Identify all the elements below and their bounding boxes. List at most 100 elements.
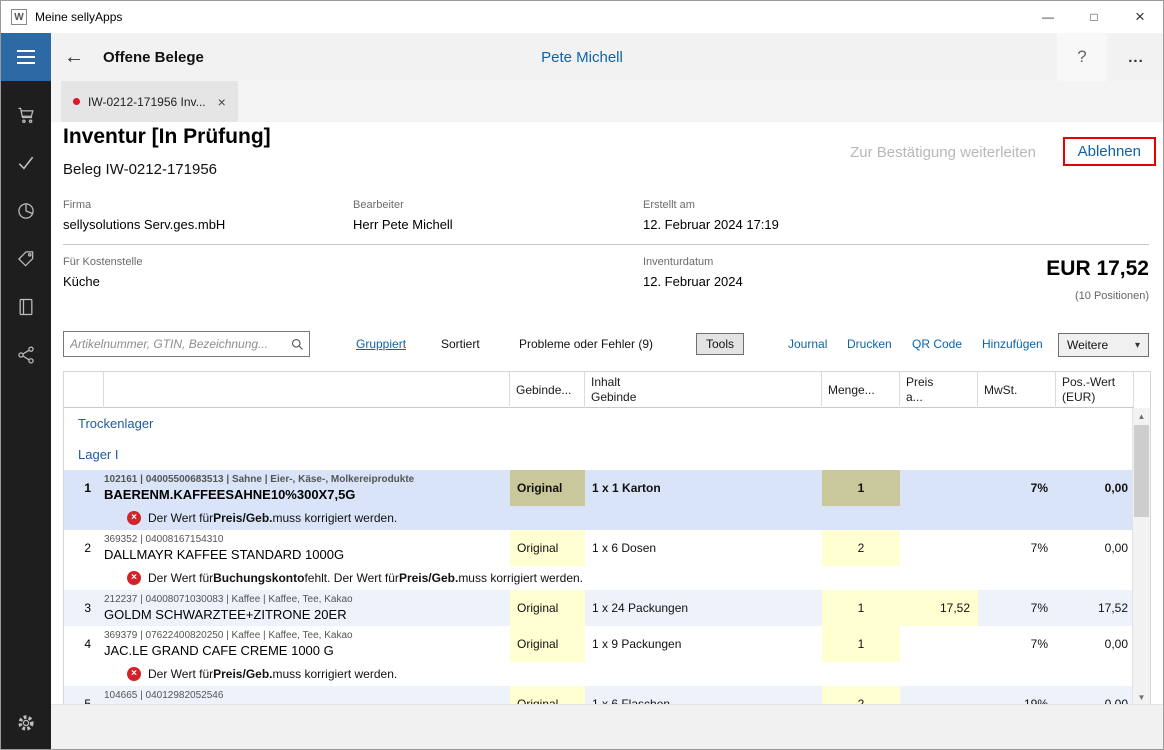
- row-number: 2: [64, 530, 104, 566]
- sidebar-item-documents[interactable]: [1, 283, 51, 331]
- reject-button[interactable]: Ablehnen: [1063, 137, 1156, 166]
- forward-for-confirmation-button[interactable]: Zur Bestätigung weiterleiten: [850, 144, 1036, 161]
- column-header-inhalt[interactable]: Inhalt Gebinde: [585, 372, 822, 408]
- field-value: sellysolutions Serv.ges.mbH: [63, 217, 353, 232]
- unsaved-indicator-dot: [73, 98, 80, 105]
- poswert-cell: 0,00: [1056, 470, 1134, 506]
- hamburger-menu-button[interactable]: [1, 33, 51, 81]
- table-row[interactable]: 3 212237 | 04008071030083 | Kaffee | Kaf…: [64, 590, 1150, 626]
- page-title: Offene Belege: [103, 49, 204, 66]
- pie-chart-icon: [16, 201, 36, 221]
- group-header-lager-1[interactable]: Lager I: [64, 439, 1150, 470]
- menge-cell[interactable]: 1: [822, 470, 900, 506]
- sidebar-item-tasks[interactable]: [1, 139, 51, 187]
- gebinde-cell[interactable]: Original: [510, 530, 585, 566]
- more-actions-dropdown[interactable]: Weitere ▾: [1058, 333, 1149, 357]
- field-kostenstelle: Für Kostenstelle Küche: [63, 256, 643, 289]
- column-header-mwst[interactable]: MwSt.: [978, 372, 1056, 408]
- preis-cell[interactable]: 17,52: [900, 590, 978, 626]
- status-bar: [51, 704, 1163, 749]
- sidebar-item-settings[interactable]: [1, 703, 51, 743]
- field-label: Bearbeiter: [353, 199, 643, 211]
- table-row[interactable]: 4 369379 | 07622400820250 | Kaffee | Kaf…: [64, 626, 1150, 686]
- mwst-cell: 7%: [978, 626, 1056, 662]
- gebinde-cell[interactable]: Original: [510, 626, 585, 662]
- maximize-button[interactable]: □: [1071, 1, 1117, 33]
- close-button[interactable]: ×: [1117, 1, 1163, 33]
- document-title: Inventur [In Prüfung]: [63, 125, 271, 149]
- tools-button[interactable]: Tools: [696, 333, 744, 355]
- cart-icon: [16, 105, 36, 125]
- grouped-toggle[interactable]: Gruppiert: [356, 337, 406, 351]
- inhalt-cell: 1 x 24 Packungen: [585, 590, 822, 626]
- preis-cell[interactable]: [900, 686, 978, 706]
- checkmark-icon: [16, 153, 36, 173]
- preis-cell[interactable]: [900, 470, 978, 506]
- sidebar-item-reports[interactable]: [1, 187, 51, 235]
- gebinde-cell[interactable]: Original: [510, 686, 585, 706]
- sorted-toggle[interactable]: Sortiert: [441, 337, 480, 351]
- back-button[interactable]: ←: [51, 33, 97, 81]
- article-cell: 212237 | 04008071030083 | Kaffee | Kaffe…: [104, 590, 510, 626]
- problems-filter[interactable]: Probleme oder Fehler (9): [519, 337, 653, 351]
- hamburger-icon: [16, 49, 36, 65]
- sidebar-item-shop[interactable]: [1, 91, 51, 139]
- column-header-poswert[interactable]: Pos.-Wert (EUR): [1056, 372, 1134, 408]
- scroll-down-arrow[interactable]: ▼: [1133, 689, 1150, 705]
- vertical-scrollbar[interactable]: ▲ ▼: [1132, 408, 1150, 705]
- article-meta: 212237 | 04008071030083 | Kaffee | Kaffe…: [104, 594, 353, 605]
- tab-inventur[interactable]: IW-0212-171956 Inv... ×: [61, 81, 238, 122]
- journal-link[interactable]: Journal: [788, 337, 827, 351]
- column-header-article: [104, 372, 510, 408]
- gebinde-cell[interactable]: Original: [510, 470, 585, 506]
- sidebar-item-share[interactable]: [1, 331, 51, 379]
- field-value: 12. Februar 2024 17:19: [643, 217, 1149, 232]
- window-controls: — □ ×: [1025, 1, 1163, 33]
- tab-close-icon[interactable]: ×: [218, 94, 226, 110]
- table-row[interactable]: 2 369352 | 04008167154310 DALLMAYR KAFFE…: [64, 530, 1150, 590]
- menge-cell[interactable]: 2: [822, 686, 900, 706]
- sidebar-item-offers[interactable]: [1, 235, 51, 283]
- poswert-cell: 17,52: [1056, 590, 1134, 626]
- print-link[interactable]: Drucken: [847, 337, 892, 351]
- article-meta: 104665 | 04012982052546: [104, 690, 223, 701]
- list-toolbar: Gruppiert Sortiert Probleme oder Fehler …: [63, 331, 1149, 359]
- error-icon: ×: [127, 667, 141, 681]
- table-row[interactable]: 5 104665 | 04012982052546 WA.FENSHELTERN…: [64, 686, 1150, 706]
- app-icon: W: [11, 9, 27, 25]
- row-number: 5: [64, 686, 104, 706]
- user-name[interactable]: Pete Michell: [541, 49, 623, 66]
- more-options-button[interactable]: ...: [1109, 33, 1163, 81]
- search-box[interactable]: [63, 331, 310, 357]
- search-input[interactable]: [70, 337, 290, 351]
- inhalt-cell: 1 x 9 Packungen: [585, 626, 822, 662]
- column-header-gebinde[interactable]: Gebinde...: [510, 372, 585, 408]
- mwst-cell: 19%: [978, 686, 1056, 706]
- scroll-up-arrow[interactable]: ▲: [1133, 408, 1150, 424]
- positions-table: Gebinde... Inhalt Gebinde Menge... Preis…: [63, 371, 1151, 706]
- field-value: Herr Pete Michell: [353, 217, 643, 232]
- add-link[interactable]: Hinzufügen: [982, 337, 1043, 351]
- column-header-preis[interactable]: Preis a...: [900, 372, 978, 408]
- menge-cell[interactable]: 1: [822, 626, 900, 662]
- column-header-menge[interactable]: Menge...: [822, 372, 900, 408]
- table-row[interactable]: 1 102161 | 04005500683513 | Sahne | Eier…: [64, 470, 1150, 530]
- preis-cell[interactable]: [900, 626, 978, 662]
- preis-cell[interactable]: [900, 530, 978, 566]
- scrollbar-thumb[interactable]: [1134, 425, 1149, 517]
- app-window: W Meine sellyApps — □ × ← Offene Belege …: [0, 0, 1164, 750]
- qr-code-link[interactable]: QR Code: [912, 337, 962, 351]
- inhalt-cell: 1 x 1 Karton: [585, 470, 822, 506]
- article-cell: 104665 | 04012982052546 WA.FENSHELTERN K…: [104, 686, 510, 706]
- help-button[interactable]: ?: [1057, 33, 1107, 81]
- gebinde-cell[interactable]: Original: [510, 590, 585, 626]
- minimize-button[interactable]: —: [1025, 1, 1071, 33]
- chevron-down-icon: ▾: [1135, 340, 1140, 351]
- group-header-trockenlager[interactable]: Trockenlager: [64, 408, 1150, 439]
- field-firma: Firma sellysolutions Serv.ges.mbH: [63, 199, 353, 232]
- row-error-message: × Der Wert für Preis/Geb. muss korrigier…: [64, 662, 1150, 686]
- mwst-cell: 7%: [978, 590, 1056, 626]
- menge-cell[interactable]: 1: [822, 590, 900, 626]
- menge-cell[interactable]: 2: [822, 530, 900, 566]
- field-separator: [63, 244, 1149, 245]
